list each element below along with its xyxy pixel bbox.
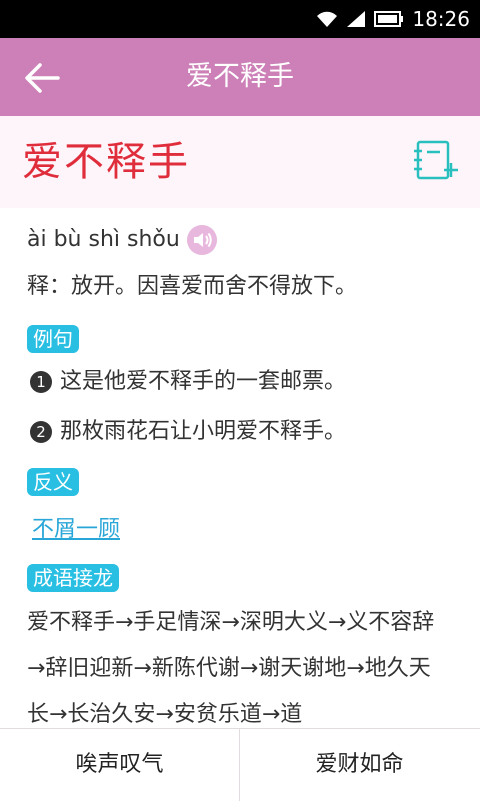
examples-tag: 例句 — [27, 325, 79, 353]
headword: 爱不释手 — [22, 139, 190, 185]
status-icons: 18:26 — [316, 6, 470, 32]
pinyin: ài bù shì shǒu — [27, 227, 180, 252]
bottom-nav-bar: 唉声叹气 爱财如命 — [0, 728, 480, 801]
example-item: 1 这是他爱不释手的一套邮票。 — [30, 366, 346, 398]
speaker-button[interactable] — [186, 224, 218, 256]
app-title: 爱不释手 — [186, 61, 294, 92]
wifi-icon — [317, 11, 338, 27]
example-number: 1 — [30, 371, 52, 393]
add-note-icon — [414, 140, 458, 180]
idiom-chain-text: 爱不释手→手足情深→深明大义→义不容辞→辞旧迎新→新陈代谢→谢天谢地→地久天长→… — [27, 610, 435, 727]
back-button[interactable] — [22, 60, 62, 96]
antonym-tag: 反义 — [27, 468, 79, 496]
signal-icon — [347, 11, 366, 27]
definition: 释：放开。因喜爱而舍不得放下。 — [27, 274, 358, 299]
speaker-icon — [186, 225, 217, 255]
chain-tag: 成语接龙 — [27, 564, 119, 592]
example-number: 2 — [30, 421, 52, 443]
antonym-link[interactable]: 不屑一顾 — [32, 514, 120, 546]
entry-content: 爱不释手 ài bù shì shǒu 释：放开。因喜爱而舍不得放下。 例句 1… — [0, 116, 480, 728]
headword-row: 爱不释手 — [0, 116, 480, 208]
back-arrow-icon — [25, 63, 60, 93]
example-text: 这是他爱不释手的一套邮票。 — [60, 369, 347, 394]
next-idiom-button[interactable]: 爱财如命 — [240, 729, 479, 801]
example-item: 2 那枚雨花石让小明爱不释手。 — [30, 416, 346, 448]
add-note-button[interactable] — [412, 140, 460, 182]
battery-icon — [374, 11, 404, 27]
pinyin-row: ài bù shì shǒu — [27, 224, 218, 256]
example-text: 那枚雨花石让小明爱不释手。 — [60, 419, 347, 444]
status-bar: 18:26 — [0, 0, 480, 38]
status-time: 18:26 — [412, 7, 470, 31]
prev-idiom-button[interactable]: 唉声叹气 — [0, 729, 239, 801]
app-bar: 爱不释手 — [0, 38, 480, 116]
